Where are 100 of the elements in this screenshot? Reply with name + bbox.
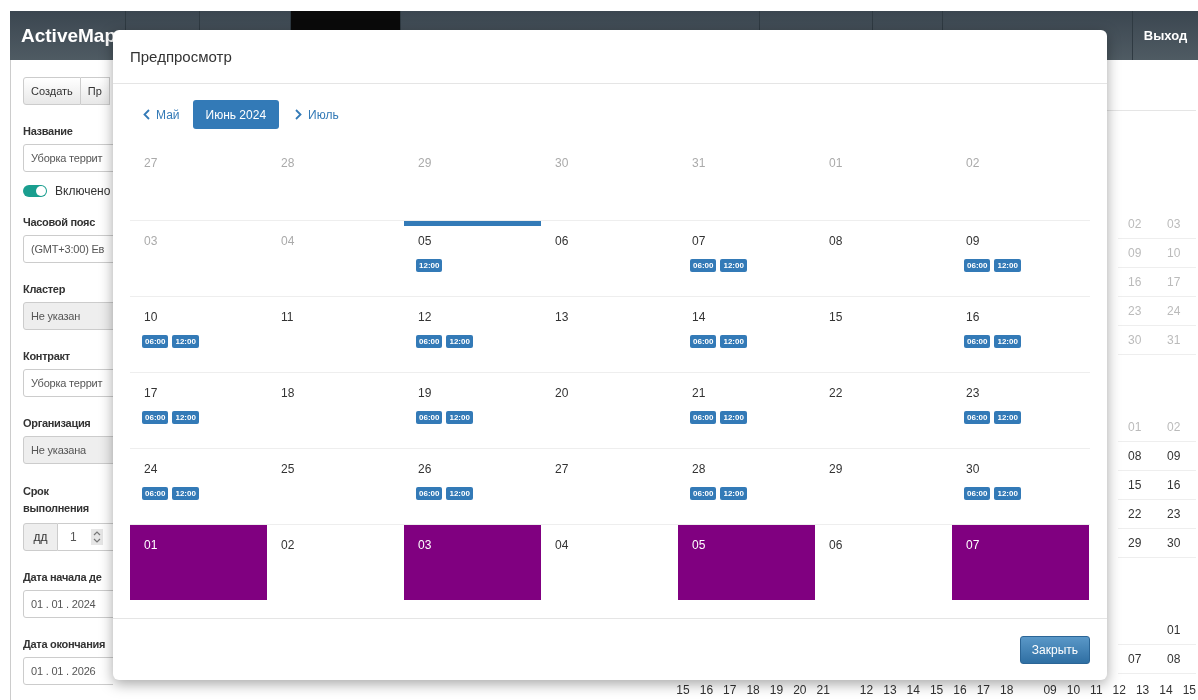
calendar-day-cell[interactable]: 12 06:00 12:00 — [404, 297, 541, 373]
calendar-day-cell[interactable]: 29 — [815, 449, 952, 525]
calendar-day-number: 08 — [1166, 652, 1182, 666]
calendar-day-number: 13 — [882, 682, 897, 697]
calendar-day-cell[interactable]: 18 — [267, 373, 404, 449]
calendar-day-cell[interactable]: 06 — [541, 221, 678, 297]
calendar-day-cell[interactable]: 22 — [815, 373, 952, 449]
field-label: Название — [23, 124, 74, 138]
day-number: 13 — [555, 310, 569, 325]
calendar-day-cell[interactable]: 05 12:00 — [404, 221, 541, 297]
time-badge: 12:00 — [994, 259, 1021, 273]
calendar-day-cell[interactable]: 07 06:00 12:00 — [678, 221, 815, 297]
calendar-day-cell[interactable]: 07 — [952, 525, 1089, 601]
calendar-day-number: 17 — [1166, 275, 1182, 289]
close-button[interactable]: Закрыть — [1019, 635, 1090, 664]
time-badge: 12:00 — [720, 335, 747, 349]
day-number: 18 — [281, 386, 295, 401]
field-label: Дата начала де — [23, 570, 103, 584]
day-number: 22 — [829, 386, 843, 401]
day-number: 30 — [555, 156, 569, 171]
toolbar-button[interactable]: Пр — [80, 77, 110, 105]
calendar-day-cell[interactable]: 01 — [130, 525, 267, 601]
calendar-day-cell[interactable]: 17 06:00 12:00 — [130, 373, 267, 449]
calendar-day-number: 15 — [1181, 682, 1196, 697]
time-badge: 06:00 — [416, 335, 443, 349]
time-badge: 12:00 — [172, 411, 199, 425]
toggle-switch[interactable] — [23, 185, 47, 197]
brand-logo-text[interactable]: ActiveMap — [21, 24, 117, 47]
calendar-day-number: 21 — [815, 682, 830, 697]
time-badge: 12:00 — [720, 411, 747, 425]
calendar-day-cell[interactable]: 30 06:00 12:00 — [952, 449, 1089, 525]
input-field[interactable]: Уборка террит — [23, 144, 113, 172]
toolbar-button[interactable]: Создать — [23, 77, 81, 105]
calendar-day-number: 24 — [1166, 304, 1182, 318]
calendar-day-number: 30 — [1166, 536, 1182, 550]
calendar-day-cell[interactable]: 26 06:00 12:00 — [404, 449, 541, 525]
input-field[interactable]: Уборка террит — [23, 369, 113, 397]
toggle-label: Включено — [55, 184, 111, 198]
calendar-day-cell[interactable]: 27 — [541, 449, 678, 525]
calendar-day-cell[interactable]: 19 06:00 12:00 — [404, 373, 541, 449]
time-badge: 06:00 — [964, 259, 991, 273]
calendar-day-cell[interactable]: 03 — [404, 525, 541, 601]
calendar-day-cell[interactable]: 24 06:00 12:00 — [130, 449, 267, 525]
day-number: 03 — [418, 538, 432, 553]
day-number: 30 — [966, 462, 980, 477]
day-number: 04 — [555, 538, 569, 553]
dialog-title: Предпросмотр — [130, 48, 232, 66]
day-number: 01 — [144, 538, 158, 553]
time-badge: 06:00 — [142, 411, 169, 425]
calendar-day-cell[interactable]: 28 06:00 12:00 — [678, 449, 815, 525]
calendar-day-number: 20 — [792, 682, 807, 697]
day-number: 02 — [281, 538, 295, 553]
calendar-day-cell[interactable]: 04 — [541, 525, 678, 601]
calendar-day-number: 14 — [1158, 682, 1173, 697]
day-number: 27 — [555, 462, 569, 477]
calendar-day-cell[interactable]: 25 — [267, 449, 404, 525]
calendar-day-number: 14 — [905, 682, 920, 697]
calendar-day-number: 16 — [1166, 478, 1182, 492]
calendar-day-cell[interactable]: 09 06:00 12:00 — [952, 221, 1089, 297]
calendar-day-number: 09 — [1166, 449, 1182, 463]
calendar-day-number: 12 — [1111, 682, 1126, 697]
next-month-link[interactable]: Июль — [295, 107, 339, 122]
calendar-day-cell[interactable]: 02 — [267, 525, 404, 601]
spinner-icon[interactable] — [90, 529, 103, 545]
calendar-day-cell[interactable]: 21 06:00 12:00 — [678, 373, 815, 449]
input-field[interactable]: 01 . 01 . 2026 — [23, 657, 113, 685]
input-field[interactable]: (GMT+3:00) Ев — [23, 235, 113, 263]
calendar-day-cell[interactable]: 15 — [815, 297, 952, 373]
calendar-day-cell[interactable]: 10 06:00 12:00 — [130, 297, 267, 373]
calendar-day-number: 29 — [1127, 536, 1143, 550]
calendar-day-number: 16 — [952, 682, 967, 697]
day-number: 06 — [555, 234, 569, 249]
previous-month-link[interactable]: Май — [143, 107, 180, 122]
day-number: 05 — [692, 538, 706, 553]
day-number: 27 — [144, 156, 158, 171]
calendar-day-cell[interactable]: 11 — [267, 297, 404, 373]
calendar-day-cell[interactable]: 14 06:00 12:00 — [678, 297, 815, 373]
calendar-day-cell[interactable]: 05 — [678, 525, 815, 601]
time-badge: 12:00 — [446, 335, 473, 349]
time-badge: 12:00 — [416, 259, 443, 273]
calendar-day-number: 13 — [1134, 682, 1150, 697]
calendar-day-cell[interactable]: 20 — [541, 373, 678, 449]
calendar-day-cell[interactable]: 13 — [541, 297, 678, 373]
time-badge: 12:00 — [994, 335, 1021, 349]
day-number: 21 — [692, 386, 706, 401]
time-badge: 12:00 — [994, 487, 1021, 501]
day-number: 29 — [418, 156, 432, 171]
logout-link[interactable]: Выход — [1143, 28, 1188, 43]
time-badge: 06:00 — [690, 487, 717, 501]
time-badge: 12:00 — [446, 411, 473, 425]
time-badge: 06:00 — [142, 487, 169, 501]
calendar-day-cell[interactable]: 23 06:00 12:00 — [952, 373, 1089, 449]
input-field[interactable]: 01 . 01 . 2024 — [23, 590, 113, 618]
calendar-day-cell[interactable]: 06 — [815, 525, 952, 601]
current-month-button[interactable]: Июнь 2024 — [192, 100, 280, 130]
field-label: Дата окончания — [23, 637, 107, 651]
calendar-day-number: 17 — [722, 682, 737, 697]
calendar-day-cell[interactable]: 16 06:00 12:00 — [952, 297, 1089, 373]
calendar-day-number: 10 — [1065, 682, 1081, 697]
calendar-day-cell[interactable]: 08 — [815, 221, 952, 297]
